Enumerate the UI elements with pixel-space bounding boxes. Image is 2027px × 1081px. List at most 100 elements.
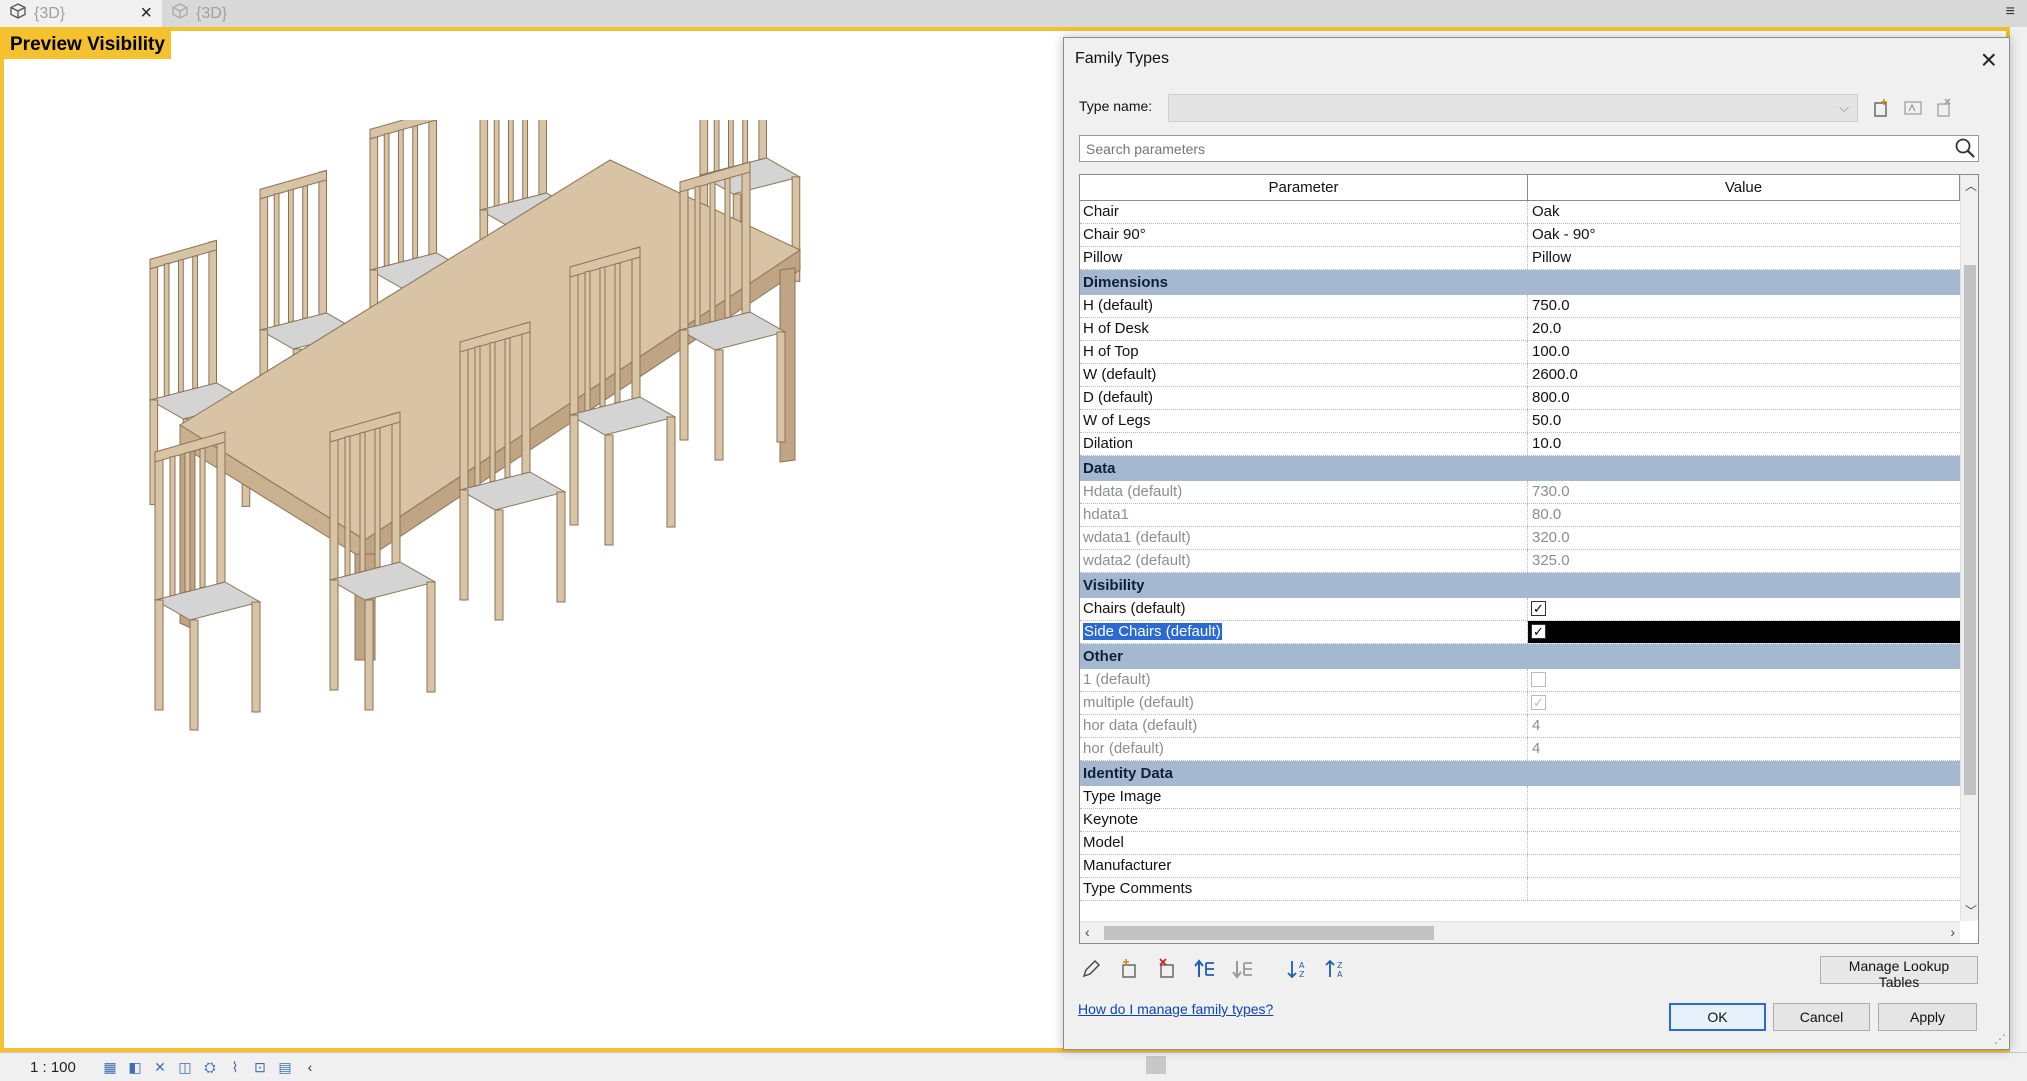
render-icon[interactable]: ⛭	[200, 1059, 220, 1075]
vertical-scrollbar[interactable]: ︿ ﹀	[1960, 175, 1978, 921]
crop-view-icon[interactable]: ⌇	[225, 1059, 245, 1075]
horizontal-scroll-thumb[interactable]	[1104, 926, 1434, 940]
scroll-up-icon[interactable]: ︿	[1965, 177, 1977, 194]
apply-button[interactable]: Apply	[1878, 1003, 1977, 1031]
parameter-row[interactable]: Type Comments	[1080, 878, 1960, 901]
parameter-value[interactable]: 100.0	[1532, 343, 1570, 360]
move-down-icon[interactable]	[1230, 958, 1256, 982]
tab-menu-icon[interactable]: ≡	[2006, 3, 2015, 21]
parameter-value[interactable]: 50.0	[1532, 412, 1561, 429]
parameter-value[interactable]: Oak	[1532, 203, 1560, 220]
rename-type-icon[interactable]	[1902, 98, 1924, 118]
group-header-row[interactable]: Visibility	[1080, 573, 1960, 598]
chevron-left-icon[interactable]: ‹	[300, 1059, 320, 1075]
parameter-value[interactable]: 800.0	[1532, 389, 1570, 406]
ok-button[interactable]: OK	[1669, 1003, 1766, 1031]
vertical-scroll-thumb[interactable]	[1964, 265, 1976, 795]
scale-indicator[interactable]: 1 : 100	[30, 1059, 100, 1076]
parameter-row[interactable]: multiple (default) ✓	[1080, 692, 1960, 715]
group-header-row[interactable]: Dimensions	[1080, 270, 1960, 295]
parameter-row[interactable]: wdata1 (default) 320.0	[1080, 527, 1960, 550]
parameter-value[interactable]: 320.0	[1532, 529, 1570, 546]
close-dialog-icon[interactable]: ×	[1981, 44, 1997, 76]
parameter-row[interactable]: hor data (default) 4	[1080, 715, 1960, 738]
magnifier-icon[interactable]	[1954, 137, 1976, 159]
parameter-row[interactable]: hor (default) 4	[1080, 738, 1960, 761]
scroll-down-icon[interactable]: ﹀	[1965, 902, 1977, 919]
parameter-row[interactable]: Chairs (default) ✓	[1080, 598, 1960, 621]
visual-style-icon[interactable]: ◧	[125, 1059, 145, 1075]
scroll-left-icon[interactable]: ‹	[1085, 924, 1090, 940]
parameter-row[interactable]: Manufacturer	[1080, 855, 1960, 878]
group-header-row[interactable]: Data	[1080, 456, 1960, 481]
parameter-row[interactable]: W (default) 2600.0	[1080, 364, 1960, 387]
new-type-icon[interactable]	[1870, 98, 1892, 118]
resize-grip-icon[interactable]: ⋰	[1994, 1032, 2006, 1046]
parameter-value[interactable]: 2600.0	[1532, 366, 1578, 383]
parameter-row[interactable]: Dilation 10.0	[1080, 433, 1960, 456]
column-header-parameter[interactable]: Parameter	[1080, 175, 1528, 201]
parameter-row[interactable]: H of Top 100.0	[1080, 341, 1960, 364]
parameter-value[interactable]: 4	[1532, 740, 1540, 757]
parameter-row[interactable]: Hdata (default) 730.0	[1080, 481, 1960, 504]
parameter-row[interactable]: Chair 90° Oak - 90°	[1080, 224, 1960, 247]
parameter-row[interactable]: wdata2 (default) 325.0	[1080, 550, 1960, 573]
sort-ascending-icon[interactable]: AZ	[1286, 958, 1312, 982]
parameter-name: D (default)	[1083, 389, 1154, 406]
selected-value-cell[interactable]	[1528, 621, 1960, 643]
horizontal-scrollbar[interactable]: ‹ ›	[1080, 921, 1960, 943]
parameter-row[interactable]: H of Desk 20.0	[1080, 318, 1960, 341]
column-header-value[interactable]: Value	[1528, 175, 1960, 201]
type-name-dropdown[interactable]: ⌵	[1168, 94, 1858, 122]
sun-path-icon[interactable]: ✕	[150, 1059, 170, 1075]
parameter-row[interactable]: D (default) 800.0	[1080, 387, 1960, 410]
parameter-row[interactable]: Pillow Pillow	[1080, 247, 1960, 270]
parameter-row[interactable]: H (default) 750.0	[1080, 295, 1960, 318]
temporary-hide-icon[interactable]: ▤	[275, 1059, 295, 1075]
front-chair-3-slat	[504, 337, 511, 479]
delete-parameter-icon[interactable]	[1154, 958, 1180, 982]
close-tab-icon[interactable]: ×	[140, 2, 152, 25]
manage-lookup-tables-button[interactable]: Manage Lookup Tables	[1820, 956, 1978, 990]
parameter-value[interactable]: 80.0	[1532, 506, 1561, 523]
help-link[interactable]: How do I manage family types?	[1078, 1001, 1273, 1017]
parameter-row[interactable]: W of Legs 50.0	[1080, 410, 1960, 433]
visibility-checkbox[interactable]	[1531, 672, 1546, 687]
move-up-icon[interactable]	[1192, 958, 1218, 982]
parameter-value[interactable]: 325.0	[1532, 552, 1570, 569]
visibility-checkbox[interactable]: ✓	[1531, 695, 1546, 710]
parameter-value[interactable]: 730.0	[1532, 483, 1570, 500]
viewport-scroll-thumb[interactable]	[1146, 1056, 1166, 1074]
tab-3d-inactive[interactable]: {3D}	[162, 0, 302, 27]
parameter-value[interactable]: Pillow	[1532, 249, 1571, 266]
cancel-button[interactable]: Cancel	[1773, 1003, 1870, 1031]
parameter-value[interactable]: 10.0	[1532, 435, 1561, 452]
tab-3d-active[interactable]: {3D} ×	[0, 0, 162, 27]
scroll-right-icon[interactable]: ›	[1950, 924, 1955, 940]
parameter-row[interactable]: Model	[1080, 832, 1960, 855]
parameter-value[interactable]: Oak - 90°	[1532, 226, 1596, 243]
parameter-row[interactable]: Chair Oak	[1080, 201, 1960, 224]
search-input[interactable]	[1084, 138, 1948, 160]
parameter-row[interactable]: hdata1 80.0	[1080, 504, 1960, 527]
parameter-row[interactable]: Type Image	[1080, 786, 1960, 809]
parameter-value[interactable]: 4	[1532, 717, 1540, 734]
visibility-checkbox[interactable]: ✓	[1531, 601, 1546, 616]
parameter-value[interactable]: 750.0	[1532, 297, 1570, 314]
parameter-row[interactable]: 1 (default)	[1080, 669, 1960, 692]
hide-crop-icon[interactable]: ⊡	[250, 1059, 270, 1075]
visibility-checkbox[interactable]: ✓	[1531, 624, 1546, 639]
search-parameters-box[interactable]	[1079, 135, 1979, 162]
detail-level-icon[interactable]: ▦	[100, 1059, 120, 1075]
group-header-row[interactable]: Identity Data	[1080, 761, 1960, 786]
parameter-row[interactable]: Keynote	[1080, 809, 1960, 832]
pencil-icon[interactable]	[1078, 958, 1104, 982]
delete-type-icon[interactable]	[1933, 98, 1955, 118]
group-header-row[interactable]: Other	[1080, 644, 1960, 669]
parameter-value[interactable]: 20.0	[1532, 320, 1561, 337]
shadows-icon[interactable]: ◫	[175, 1059, 195, 1075]
new-parameter-icon[interactable]	[1116, 958, 1142, 982]
parameter-row[interactable]: Side Chairs (default) ✓	[1080, 621, 1960, 644]
sort-descending-icon[interactable]: ZA	[1324, 958, 1350, 982]
parameter-name: 1 (default)	[1083, 671, 1151, 688]
